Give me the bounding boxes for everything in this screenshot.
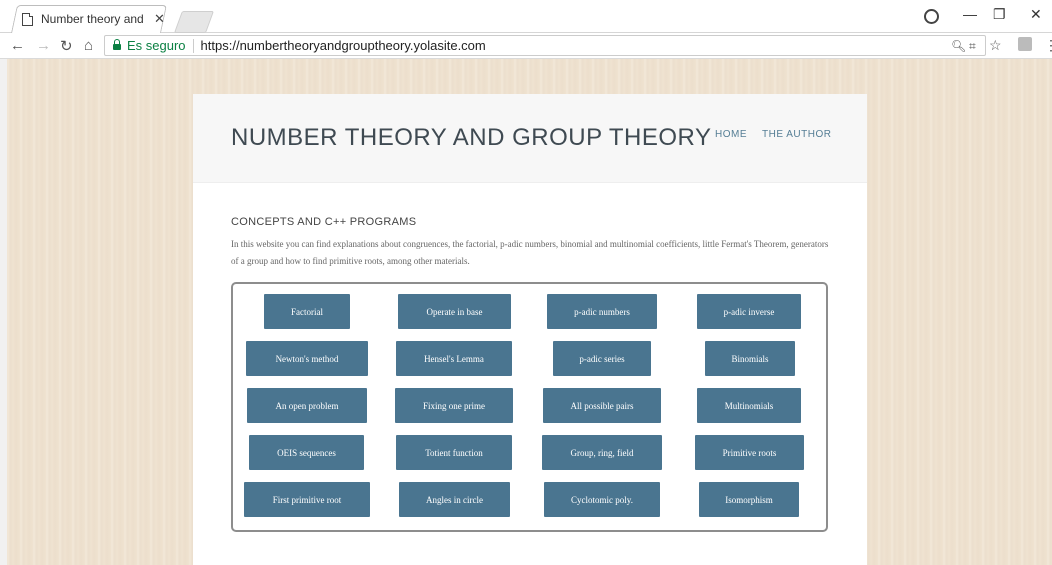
toolbar: ← → ↻ ⌂ Es seguro https://numbertheoryan… [0, 33, 1052, 59]
topic-button-first-primitive-root[interactable]: First primitive root [244, 482, 370, 517]
site-title[interactable]: NUMBER THEORY AND GROUP THEORY [231, 124, 711, 152]
site-header: NUMBER THEORY AND GROUP THEORY HOME THE … [193, 94, 867, 183]
secure-label[interactable]: Es seguro [127, 38, 186, 53]
extension-icon[interactable] [1018, 37, 1032, 51]
topic-button-p-adic-numbers[interactable]: p-adic numbers [547, 294, 657, 329]
topic-button-hensels-lemma[interactable]: Hensel's Lemma [396, 341, 512, 376]
forward-icon[interactable]: → [36, 37, 51, 54]
close-window-icon[interactable]: ✕ [1030, 6, 1042, 23]
section-title: CONCEPTS AND C++ PROGRAMS [231, 216, 417, 228]
topics-panel: Factorial Operate in base p-adic numbers… [231, 282, 828, 532]
topic-button-oeis-sequences[interactable]: OEIS sequences [249, 435, 364, 470]
menu-icon[interactable]: ⋮ [1044, 37, 1052, 54]
divider [192, 38, 194, 53]
restore-icon[interactable]: ❐ [993, 6, 1006, 23]
bookmark-star-icon[interactable]: ☆ [989, 37, 1002, 54]
lock-icon[interactable] [113, 39, 121, 50]
topic-button-cyclotomic-poly[interactable]: Cyclotomic poly. [544, 482, 660, 517]
page-edge [0, 59, 7, 565]
topic-button-fixing-one-prime[interactable]: Fixing one prime [395, 388, 513, 423]
back-icon[interactable]: ← [10, 37, 25, 54]
url-text[interactable]: https://numbertheoryandgrouptheory.yolas… [201, 38, 486, 53]
topic-button-p-adic-inverse[interactable]: p-adic inverse [697, 294, 801, 329]
browser-tab-content[interactable]: Number theory and Grou ✕ [22, 8, 176, 30]
tab-title: Number theory and Grou [41, 12, 146, 26]
topic-button-operate-in-base[interactable]: Operate in base [398, 294, 511, 329]
nav-home[interactable]: HOME [715, 129, 747, 140]
tab-strip: Number theory and Grou ✕ — ❐ ✕ [0, 0, 1052, 33]
translate-icon[interactable]: ⌗ [969, 39, 976, 54]
close-tab-icon[interactable]: ✕ [154, 11, 165, 27]
topic-button-an-open-problem[interactable]: An open problem [247, 388, 367, 423]
home-icon[interactable]: ⌂ [84, 37, 93, 54]
content-card: NUMBER THEORY AND GROUP THEORY HOME THE … [193, 94, 867, 565]
reload-icon[interactable]: ↻ [60, 37, 73, 55]
nav-the-author[interactable]: THE AUTHOR [762, 129, 831, 140]
topic-button-angles-in-circle[interactable]: Angles in circle [399, 482, 510, 517]
topic-button-newtons-method[interactable]: Newton's method [246, 341, 368, 376]
new-tab-button[interactable] [173, 11, 215, 33]
profile-icon[interactable] [924, 9, 939, 24]
topic-button-isomorphism[interactable]: Isomorphism [699, 482, 799, 517]
intro-paragraph: In this website you can find explanation… [231, 239, 829, 266]
zoom-icon[interactable]: 🔍︎ [951, 39, 966, 53]
minimize-icon[interactable]: — [963, 6, 977, 22]
topic-button-primitive-roots[interactable]: Primitive roots [695, 435, 804, 470]
topic-button-group-ring-field[interactable]: Group, ring, field [542, 435, 662, 470]
topic-button-factorial[interactable]: Factorial [264, 294, 350, 329]
page-icon [22, 12, 33, 26]
topic-button-multinomials[interactable]: Multinomials [697, 388, 801, 423]
topic-button-p-adic-series[interactable]: p-adic series [553, 341, 651, 376]
topic-button-totient-function[interactable]: Totient function [396, 435, 512, 470]
address-bar[interactable]: Es seguro https://numbertheoryandgroupth… [104, 35, 1002, 56]
topic-button-binomials[interactable]: Binomials [705, 341, 795, 376]
topic-button-all-possible-pairs[interactable]: All possible pairs [543, 388, 661, 423]
